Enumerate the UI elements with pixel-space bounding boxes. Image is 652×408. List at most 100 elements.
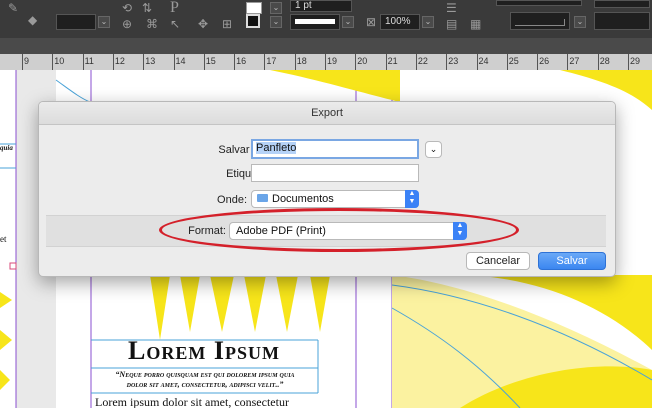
ruler-tick-line [52,54,54,70]
zoom-field[interactable]: 100% [380,14,420,30]
ruler-tick-line [446,54,448,70]
ruler-tick-line [173,54,175,70]
ruler-tick-label: 17 [266,56,277,66]
format-select[interactable]: Adobe PDF (Print) ▲ ▼ [229,222,467,240]
ruler-tick-label: 24 [478,56,489,66]
updown-arrows-icon: ▲ ▼ [405,190,419,208]
eraser-icon[interactable]: ◆ [28,14,37,26]
fill-swatch[interactable] [246,2,262,14]
format-value: Adobe PDF (Print) [236,225,326,237]
save-as-value: Panfleto [256,142,297,154]
ruler-tick-label: 16 [236,56,247,66]
align-left-icon[interactable]: ⊕ [122,18,132,30]
chevron-down-icon: ⌄ [429,144,438,154]
export-dialog: Export Salvar Como: Panfleto ⌄ Etiquetas… [38,101,616,277]
ruler-tick-line [597,54,599,70]
effects-dropdown[interactable]: ⌄ [574,16,586,28]
ruler-tick-label: 15 [205,56,216,66]
updown-arrows-icon: ▲ ▼ [453,222,467,240]
ruler-tick-line [537,54,539,70]
format-section: Format: Adobe PDF (Print) ▲ ▼ [46,215,606,247]
ruler-tick-label: 10 [54,56,65,66]
reference-dropdown[interactable]: ⌄ [98,16,110,28]
object-style-field[interactable] [594,0,650,8]
ruler-tick-line [415,54,417,70]
left-page-text-fragment: quia [0,144,13,152]
save-as-field[interactable]: Panfleto [251,139,419,159]
object-style-dropdown[interactable] [594,12,650,30]
ruler-tick-line [476,54,478,70]
ruler-tick-label: 20 [357,56,368,66]
ruler-tick-label: 18 [296,56,307,66]
measure-field[interactable] [496,0,582,6]
horizontal-ruler: 9 10 11 12 13 14 15 16 17 18 19 20 21 22 23 24 25 26 27 28 2… [0,54,652,71]
text-wrap-object-icon[interactable]: ▤ [446,18,457,30]
text-wrap-icon[interactable]: ☰ [446,2,457,14]
stroke-type-dropdown[interactable]: ⌄ [342,16,354,28]
save-button[interactable]: Salvar [538,252,606,270]
rotate-icon[interactable]: ⟲ [122,2,132,14]
reference-field[interactable] [56,14,96,30]
document-body-text: Lorem ipsum dolor sit amet, consectetur [95,395,289,408]
quote-line-1: “Neque porro quisquam est qui dolorem ip… [115,370,295,379]
where-select[interactable]: Documentos ▲ ▼ [251,190,419,208]
quote-line-2: dolor sit amet, consectetur, adipisci ve… [126,380,284,389]
document-title: Lorem Ipsum [128,336,280,365]
ruler-tick-line [567,54,569,70]
scale-icon: ⊠ [366,15,377,29]
ruler-tick-line [506,54,508,70]
flip-horizontal-icon[interactable]: ⌘ [146,18,158,30]
ruler-tick-label: 29 [630,56,641,66]
text-path-icon[interactable]: P [170,0,179,16]
tags-field[interactable] [251,164,419,182]
where-value: Documentos [272,193,334,205]
ruler-tick-label: 9 [24,56,30,66]
distribute-icon[interactable]: ✥ [198,18,208,30]
ruler-tick-line [22,54,23,70]
ruler-tick-line [294,54,296,70]
tab-bar [0,38,652,54]
ruler-tick-line [234,54,236,70]
effects-preview[interactable] [510,12,570,30]
stroke-type-field[interactable] [290,14,340,30]
select-container-icon[interactable]: ↖ [170,18,180,30]
stroke-swatch[interactable] [246,14,260,28]
pencil-icon[interactable]: ✎ [8,2,18,14]
zoom-dropdown[interactable]: ⌄ [422,16,434,28]
ruler-tick-line [385,54,387,70]
ruler-tick-line [264,54,266,70]
folder-icon [257,194,268,202]
ruler-tick-label: 28 [599,56,610,66]
left-page-text-fragment-2: et [0,234,7,244]
ruler-tick-line [325,54,326,70]
document-quote: “Neque porro quisquam est qui dolorem ip… [92,370,318,390]
ruler-tick-line [203,54,205,70]
ruler-tick-label: 25 [508,56,519,66]
fill-dropdown[interactable]: ⌄ [270,2,282,14]
dialog-title: Export [39,102,615,125]
cancel-button[interactable]: Cancelar [466,252,530,270]
expand-dialog-button[interactable]: ⌄ [425,141,442,158]
ruler-tick-label: 22 [417,56,428,66]
where-label: Onde: [217,194,247,206]
ruler-tick-label: 14 [175,56,186,66]
stroke-weight-field[interactable]: 1 pt [290,0,352,12]
ruler-tick-line [355,54,357,70]
ruler-tick-line [112,54,114,70]
align-icon[interactable]: ⊞ [222,18,232,30]
ruler-tick-label: 12 [114,56,125,66]
ruler-tick-label: 11 [84,56,94,66]
control-panel-toolbar: ✎ ◆ ⌄ ⟲ ⇅ P ⊕ ⌘ ↖ ✥ ⊞ ⌄ ⌄ 1 pt ⌄ ⊠ 100% … [0,0,652,39]
ruler-tick-label: 23 [448,56,459,66]
ruler-tick-line [628,54,629,70]
ruler-tick-label: 13 [145,56,156,66]
ruler-tick-line [143,54,145,70]
stroke-dropdown[interactable]: ⌄ [270,16,282,28]
ruler-tick-label: 26 [539,56,550,66]
format-label: Format: [188,225,226,237]
text-wrap-jump-icon[interactable]: ▦ [470,18,481,30]
ruler-tick-label: 19 [327,56,338,66]
ruler-tick-line [82,54,84,70]
ruler-tick-label: 27 [569,56,580,66]
flip-icon[interactable]: ⇅ [142,2,152,14]
